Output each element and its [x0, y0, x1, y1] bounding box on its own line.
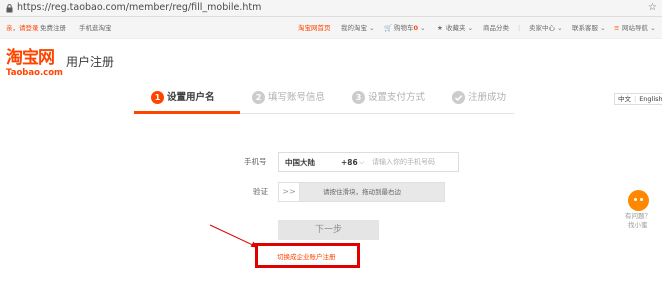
check-icon [452, 91, 465, 104]
annotation-highlight-box [255, 243, 360, 268]
country-code: +86 [341, 158, 358, 167]
chevron-down-icon: ⌵ [359, 158, 365, 166]
favorites-link[interactable]: 收藏夹 ⌄ [446, 23, 473, 33]
next-button[interactable]: 下一步 [278, 220, 379, 240]
site-nav-bar: 亲，请登录 免费注册 手机逛淘宝 淘宝网首页 我的淘宝 ⌄ 🛒 购物车0 ⌄ ★… [0, 17, 662, 39]
cart-count: 0 [413, 24, 419, 32]
divider: | [518, 24, 521, 32]
help-widget[interactable]: 有问题？ 找小蜜 [625, 188, 659, 238]
customer-service-link[interactable]: 联系客服 ⌄ [572, 23, 606, 33]
seller-center-link[interactable]: 卖家中心 ⌄ [529, 23, 563, 33]
site-nav-link[interactable]: 网站导航 ⌄ [622, 23, 656, 33]
step-number: 3 [352, 91, 365, 104]
slider-hint: 请按住滑块，拖动到最右边 [323, 188, 401, 196]
step-number: 1 [151, 91, 164, 104]
country-name: 中国大陆 [285, 158, 315, 167]
address-bar[interactable]: https://reg.taobao.com/member/reg/fill_m… [0, 0, 662, 17]
page-title: 用户注册 [66, 55, 115, 69]
star-favorite-icon: ★ [437, 24, 443, 32]
help-text-line2: 找小蜜 [628, 221, 648, 229]
phone-input[interactable] [367, 152, 459, 172]
taobao-logo[interactable]: 淘宝网 Taobao.com [6, 49, 63, 79]
cart-icon[interactable]: 🛒 [384, 23, 392, 33]
phone-label: 手机号 [244, 157, 267, 166]
my-taobao-link[interactable]: 我的淘宝 ⌄ [341, 23, 375, 33]
verify-label: 验证 [253, 187, 268, 196]
step-label: 填写账号信息 [268, 92, 326, 103]
mobile-link[interactable]: 手机逛淘宝 [79, 23, 112, 33]
login-link[interactable]: 亲，请登录 [6, 23, 39, 33]
language-switcher: 中文 | English [614, 93, 662, 105]
logo-en-text: Taobao.com [6, 68, 63, 78]
lang-en[interactable]: English [639, 95, 662, 103]
lang-zh[interactable]: 中文 [618, 95, 631, 103]
slider-handle[interactable]: >> [279, 183, 300, 201]
assistant-face-icon [628, 190, 649, 211]
slider-captcha: >> 请按住滑块，拖动到最右边 [278, 182, 445, 202]
url-text[interactable]: https://reg.taobao.com/member/reg/fill_m… [17, 2, 261, 14]
star-icon[interactable]: ☆ [648, 2, 657, 14]
cart-link[interactable]: 购物车0 ⌄ [394, 23, 426, 33]
step-label: 注册成功 [468, 92, 507, 103]
lock-icon [6, 4, 13, 13]
active-step-indicator [134, 111, 240, 114]
step-label: 设置用户名 [167, 92, 215, 103]
step-number: 2 [252, 91, 265, 104]
step-label: 设置支付方式 [368, 92, 426, 103]
home-link[interactable]: 淘宝网首页 [298, 23, 331, 33]
menu-icon: ≡ [614, 24, 620, 32]
logo-cn-text: 淘宝网 [6, 48, 55, 68]
help-text-line1: 有问题？ [625, 212, 651, 220]
country-select[interactable]: 中国大陆 +86 ⌵ [278, 152, 368, 172]
categories-link[interactable]: 商品分类 [483, 23, 509, 33]
register-link[interactable]: 免费注册 [40, 23, 66, 33]
